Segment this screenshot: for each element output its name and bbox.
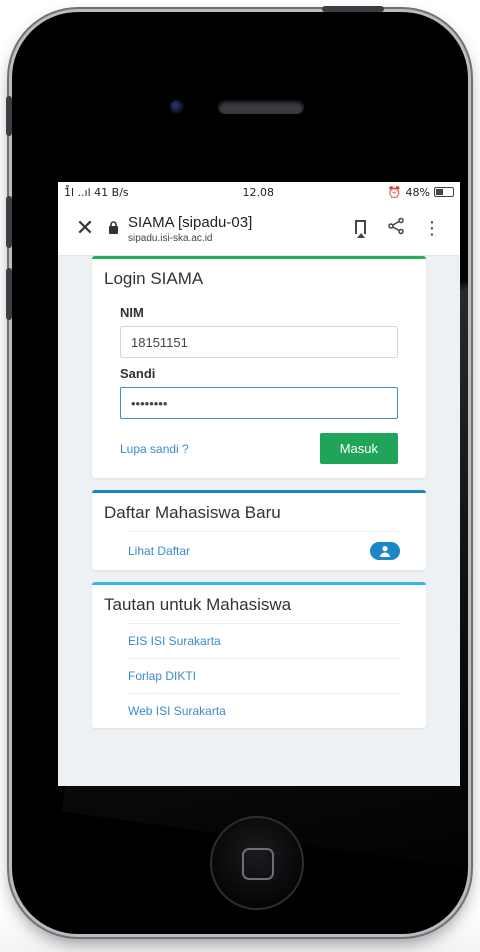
forgot-password-link[interactable]: Lupa sandi ? (120, 442, 189, 456)
power-button (322, 6, 384, 12)
eis-link[interactable]: EIS ISI Surakarta (128, 634, 221, 648)
list-item[interactable]: Forlap DIKTI (128, 658, 400, 693)
phone-body: 1̊l ..ıl 41 B/s 12.08 ⏰ 48% ✕ SIAMA [sip… (12, 12, 468, 934)
user-icon[interactable] (370, 542, 400, 560)
forlap-link[interactable]: Forlap DIKTI (128, 669, 196, 683)
battery-icon (433, 187, 454, 197)
daftar-title: Daftar Mahasiswa Baru (104, 503, 281, 522)
list-item[interactable]: EIS ISI Surakarta (128, 623, 400, 658)
nim-input[interactable]: 18151151 (120, 326, 398, 358)
network-status: 1̊l ..ıl 41 B/s (64, 185, 129, 199)
phone-screen: 1̊l ..ıl 41 B/s 12.08 ⏰ 48% ✕ SIAMA [sip… (58, 182, 460, 786)
earpiece-speaker (218, 100, 304, 114)
page-url: sipadu.isi-ska.ac.id (128, 232, 213, 244)
lihat-daftar-link[interactable]: Lihat Daftar (128, 544, 190, 558)
clock: 12.08 (242, 185, 274, 199)
page-content: Login SIAMA NIM 18151151 Sandi •••••••• … (58, 256, 460, 728)
list-item[interactable]: Web ISI Surakarta (128, 693, 400, 728)
front-camera (170, 100, 184, 114)
page-title: SIAMA [sipadu-03] (128, 213, 253, 231)
mute-switch (6, 96, 12, 136)
login-button[interactable]: Masuk (319, 433, 398, 464)
sandi-label: Sandi (120, 366, 156, 381)
close-icon[interactable]: ✕ (68, 216, 102, 241)
login-card: Login SIAMA NIM 18151151 Sandi •••••••• … (92, 256, 426, 478)
bookmark-icon[interactable] (342, 218, 378, 239)
share-icon[interactable] (378, 217, 414, 240)
battery-percent: 48% (405, 185, 430, 199)
alarm-icon: ⏰ (387, 185, 402, 199)
home-square-icon (242, 848, 274, 880)
tautan-title: Tautan untuk Mahasiswa (104, 595, 292, 614)
login-actions: Lupa sandi ? Masuk (120, 433, 398, 478)
web-isi-link[interactable]: Web ISI Surakarta (128, 704, 226, 718)
tautan-card: Tautan untuk Mahasiswa EIS ISI Surakarta… (92, 582, 426, 728)
more-icon[interactable]: ⋮ (414, 218, 450, 239)
volume-up-button (6, 196, 12, 248)
address-box[interactable]: SIAMA [sipadu-03] sipadu.isi-ska.ac.id (128, 214, 342, 244)
login-title: Login SIAMA (104, 269, 204, 288)
status-bar: 1̊l ..ıl 41 B/s 12.08 ⏰ 48% (58, 182, 460, 202)
daftar-row[interactable]: Lihat Daftar (128, 531, 400, 570)
home-button[interactable] (212, 818, 302, 908)
browser-toolbar: ✕ SIAMA [sipadu-03] sipadu.isi-ska.ac.id… (58, 202, 460, 256)
password-input[interactable]: •••••••• (120, 387, 398, 419)
daftar-card: Daftar Mahasiswa Baru Lihat Daftar (92, 490, 426, 570)
status-right: ⏰ 48% (388, 186, 454, 199)
volume-down-button (6, 268, 12, 320)
nim-label: NIM (120, 305, 144, 320)
lock-icon (108, 220, 124, 237)
